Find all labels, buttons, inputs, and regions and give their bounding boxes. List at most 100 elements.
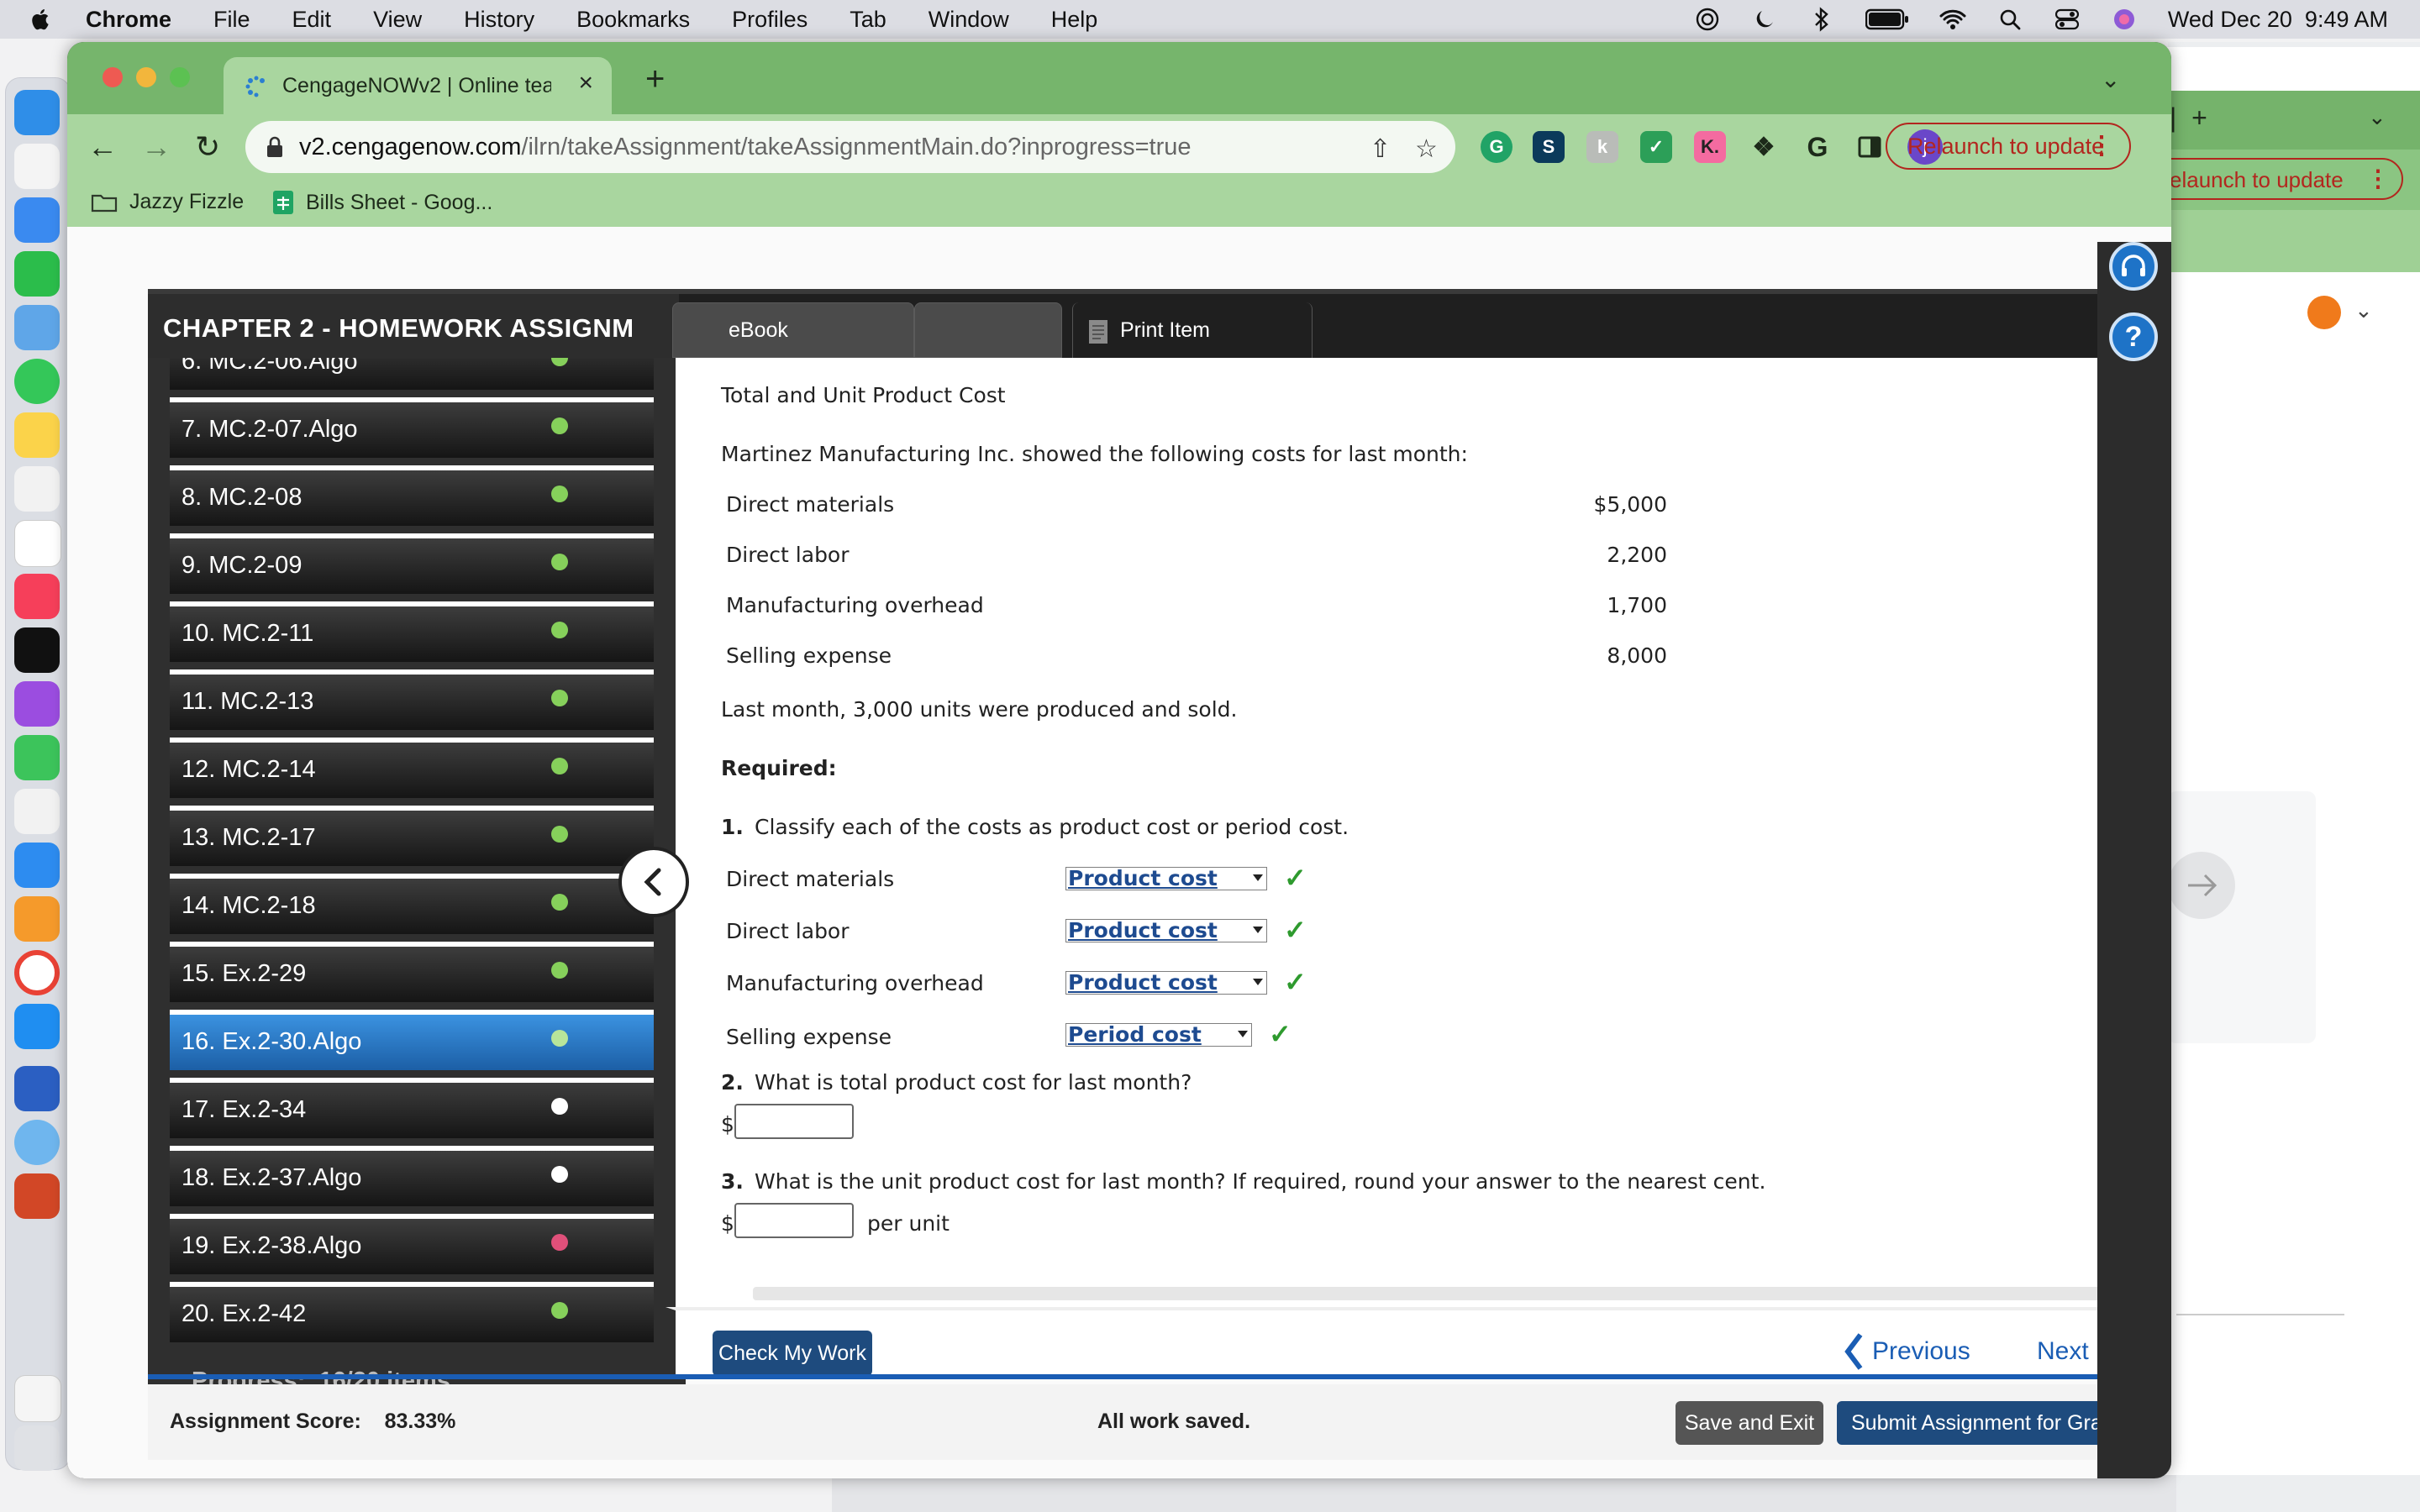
question-nav-item[interactable]: 9. MC.2-09	[170, 533, 654, 594]
question-nav-item[interactable]: 11. MC.2-13	[170, 669, 654, 730]
dock-numbers-icon[interactable]	[14, 735, 60, 780]
control-center-icon[interactable]	[2054, 6, 2081, 33]
tab-cengage[interactable]: CengageNOWv2 | Online teach ×	[224, 57, 612, 114]
save-and-exit-button[interactable]: Save and Exit	[1676, 1401, 1823, 1445]
dock-mail-icon[interactable]	[14, 197, 60, 243]
question-nav-item[interactable]: 7. MC.2-07.Algo	[170, 397, 654, 458]
question-nav-item[interactable]: 12. MC.2-14	[170, 738, 654, 798]
question-nav-item[interactable]: 14. MC.2-18	[170, 874, 654, 934]
back-arrow-icon[interactable]: ←	[87, 129, 118, 165]
menu-tab[interactable]: Tab	[850, 7, 886, 33]
question-nav-item[interactable]: 15. Ex.2-29	[170, 942, 654, 1002]
dock-powerpoint-icon[interactable]	[14, 1173, 60, 1219]
menu-view[interactable]: View	[373, 7, 422, 33]
dock-tv-icon[interactable]	[14, 627, 60, 673]
question-nav-item[interactable]: 13. MC.2-17	[170, 806, 654, 866]
tab-blank[interactable]	[914, 302, 1062, 358]
dock-finder-icon[interactable]	[14, 90, 60, 135]
total-product-cost-input[interactable]	[734, 1104, 854, 1139]
collapse-sidebar-button[interactable]	[618, 847, 689, 917]
question-nav-item[interactable]: 19. Ex.2-38.Algo	[170, 1214, 654, 1274]
bg-new-tab-plus-icon[interactable]: | +	[2170, 102, 2207, 134]
dock-photos-icon[interactable]	[14, 466, 60, 512]
menu-window[interactable]: Window	[929, 7, 1009, 33]
google-icon[interactable]: G	[1802, 131, 1833, 163]
dock-globe-icon[interactable]	[14, 1120, 60, 1165]
menubar-clock[interactable]: Wed Dec 20 9:49 AM	[2168, 7, 2388, 33]
dock-app-store-icon[interactable]	[14, 1004, 60, 1049]
bookmark-jazzy-fizzle[interactable]: Jazzy Fizzle	[91, 190, 244, 214]
check-my-work-button[interactable]: Check My Work	[713, 1331, 872, 1376]
more-menu-icon[interactable]: ⋮	[2089, 131, 2114, 160]
dock-downloads-icon[interactable]	[14, 1375, 61, 1422]
dock-messages-icon[interactable]	[14, 359, 60, 404]
dock-calendar-icon[interactable]	[14, 520, 61, 567]
bg-profile-avatar[interactable]	[2307, 296, 2341, 329]
classification-dropdown[interactable]: Period cost	[1065, 1023, 1252, 1047]
dock-facetime-icon[interactable]	[14, 251, 60, 297]
menu-history[interactable]: History	[464, 7, 534, 33]
tab-search-chevron-icon[interactable]: ⌄	[2101, 66, 2120, 93]
s-extension-icon[interactable]: S	[1533, 131, 1565, 163]
question-nav-item[interactable]: 6. MC.2-06.Algo	[170, 358, 654, 390]
new-tab-plus-icon[interactable]: +	[645, 60, 665, 98]
battery-icon[interactable]	[1865, 6, 1909, 33]
horizontal-scrollbar[interactable]	[753, 1287, 2153, 1300]
tab-close-icon[interactable]: ×	[578, 69, 593, 97]
zoom-window-button[interactable]	[170, 67, 190, 87]
classification-dropdown[interactable]: Product cost	[1065, 919, 1267, 942]
dock-keynote-icon[interactable]	[14, 843, 60, 888]
dock-news-icon[interactable]	[14, 789, 60, 834]
dock-trash-icon[interactable]	[14, 1425, 60, 1471]
dock-pages-icon[interactable]	[14, 896, 60, 942]
headset-support-icon[interactable]	[2109, 242, 2158, 291]
menu-bookmarks[interactable]: Bookmarks	[576, 7, 690, 33]
previous-button[interactable]: Previous	[1844, 1332, 1970, 1371]
spotlight-search-icon[interactable]	[1996, 6, 2023, 33]
menu-app-name[interactable]: Chrome	[86, 7, 171, 33]
bg-next-arrow-icon[interactable]	[2168, 852, 2235, 919]
dock-music-icon[interactable]	[14, 574, 60, 619]
close-window-button[interactable]	[103, 67, 123, 87]
grammarly-extension-icon[interactable]: G	[1481, 131, 1512, 163]
siri-icon[interactable]	[2111, 6, 2138, 33]
reload-icon[interactable]: ↻	[195, 129, 220, 165]
bookmark-bills-sheet[interactable]: Bills Sheet - Goog...	[272, 190, 492, 215]
help-question-icon[interactable]: ?	[2109, 312, 2158, 361]
menu-edit[interactable]: Edit	[292, 7, 332, 33]
dock-launchpad-icon[interactable]	[14, 144, 60, 189]
question-nav-item[interactable]: 18. Ex.2-37.Algo	[170, 1146, 654, 1206]
focus-moon-icon[interactable]	[1751, 6, 1778, 33]
menu-profiles[interactable]: Profiles	[732, 7, 808, 33]
bluetooth-icon[interactable]	[1808, 6, 1835, 33]
dock-chrome-icon[interactable]	[14, 950, 60, 995]
question-nav-item[interactable]: 17. Ex.2-34	[170, 1078, 654, 1138]
minimize-window-button[interactable]	[136, 67, 156, 87]
apple-logo-icon[interactable]	[29, 7, 54, 32]
menu-file[interactable]: File	[213, 7, 250, 33]
dock-notes-icon[interactable]	[14, 412, 60, 458]
dock-word-icon[interactable]	[14, 1066, 60, 1111]
address-bar[interactable]: v2.cengagenow.com/ilrn/takeAssignment/ta…	[245, 121, 1455, 173]
bg-tab-menu-chevron-icon[interactable]: ⌄	[2368, 104, 2386, 130]
airdrop-icon[interactable]	[1694, 6, 1721, 33]
url-text[interactable]: v2.cengagenow.com/ilrn/takeAssignment/ta…	[299, 134, 1192, 161]
lock-icon[interactable]	[266, 136, 284, 158]
wifi-icon[interactable]	[1939, 6, 1966, 33]
bookmark-star-icon[interactable]: ☆	[1415, 134, 1438, 164]
menu-help[interactable]: Help	[1051, 7, 1098, 33]
forward-arrow-icon[interactable]: →	[141, 129, 171, 165]
question-nav-item[interactable]: 10. MC.2-11	[170, 601, 654, 662]
unit-product-cost-input[interactable]	[734, 1203, 854, 1238]
dock-maps-icon[interactable]	[14, 305, 60, 350]
question-nav-item[interactable]: 8. MC.2-08	[170, 465, 654, 526]
tab-ebook[interactable]: eBook	[672, 302, 914, 358]
bg-profile-chevron-icon[interactable]: ⌄	[2354, 297, 2373, 323]
classification-dropdown[interactable]: Product cost	[1065, 867, 1267, 890]
share-icon[interactable]: ⇧	[1370, 134, 1391, 164]
classification-dropdown[interactable]: Product cost	[1065, 971, 1267, 995]
bg-more-icon[interactable]: ⋮	[2366, 165, 2390, 192]
tab-print-item[interactable]: Print Item	[1072, 302, 1313, 358]
puzzle-extension-icon[interactable]: k	[1586, 131, 1618, 163]
side-panel-icon[interactable]	[1854, 131, 1886, 163]
